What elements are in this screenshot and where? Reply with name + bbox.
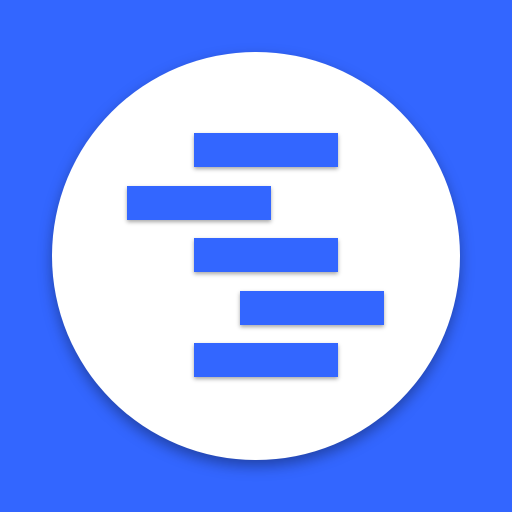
gantt-bar-icon: [194, 133, 338, 167]
gantt-bar-icon: [194, 238, 338, 272]
gantt-bar-icon: [240, 291, 384, 325]
gantt-bar-icon: [127, 186, 271, 220]
gantt-bar-icon: [194, 343, 338, 377]
app-icon: [0, 0, 512, 512]
